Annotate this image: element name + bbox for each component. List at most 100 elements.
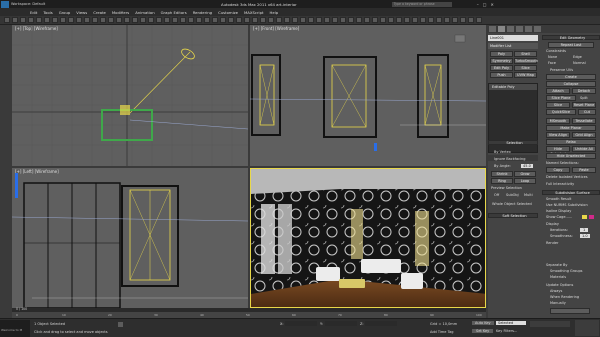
quickslice-button[interactable]: QuickSlice	[546, 109, 576, 115]
maximize-icon[interactable]: □	[483, 2, 487, 7]
toolbar-button[interactable]	[364, 17, 370, 23]
toolbar-button[interactable]	[36, 17, 42, 23]
toolbar-button[interactable]	[420, 17, 426, 23]
toolbar-button[interactable]	[92, 17, 98, 23]
modifier-button-turbosmooth[interactable]: TurboSmooth	[514, 58, 538, 64]
grid-align-button[interactable]: Grid Align	[572, 132, 596, 138]
toolbar-button[interactable]	[12, 17, 18, 23]
x-field[interactable]	[285, 321, 317, 326]
toolbar-button[interactable]	[396, 17, 402, 23]
toolbar-button[interactable]	[124, 17, 130, 23]
preview-off-radio[interactable]: Off	[494, 193, 499, 197]
modifier-button-edit-poly[interactable]: Edit Poly	[490, 65, 513, 71]
viewport-perspective[interactable]: [+] [Perspective] [Realistic]	[250, 168, 486, 308]
full-interactivity-checkbox[interactable]: Full Interactivity	[546, 182, 574, 186]
modify-tab-icon[interactable]	[498, 26, 505, 32]
toolbar-button[interactable]	[212, 17, 218, 23]
toolbar-button[interactable]	[108, 17, 114, 23]
preview-multi-radio[interactable]: Multi	[524, 193, 533, 197]
toolbar-button[interactable]	[388, 17, 394, 23]
toolbar-button[interactable]	[436, 17, 442, 23]
toolbar-button[interactable]	[452, 17, 458, 23]
toolbar-button[interactable]	[172, 17, 178, 23]
msmooth-button[interactable]: MSmooth	[546, 118, 570, 124]
toolbar-button[interactable]	[300, 17, 306, 23]
cut-button[interactable]: Cut	[578, 109, 596, 115]
modifier-button-shell[interactable]: Shell	[514, 51, 537, 57]
toolbar-button[interactable]	[116, 17, 122, 23]
stack-item-editable-poly[interactable]: Editable Poly	[489, 84, 537, 90]
motion-tab-icon[interactable]	[516, 26, 523, 32]
app-logo-icon[interactable]	[1, 0, 9, 8]
show-cage-checkbox[interactable]: Show Cage......	[546, 215, 572, 219]
modifier-button-poly[interactable]: Poly	[490, 51, 513, 57]
toolbar-button[interactable]	[20, 17, 26, 23]
toolbar-button[interactable]	[380, 17, 386, 23]
create-button[interactable]: Create	[546, 74, 596, 80]
unhide-all-button[interactable]: Unhide All	[572, 146, 596, 152]
search-input[interactable]: Type a keyword or phrase	[391, 1, 452, 7]
toolbar-button[interactable]	[476, 17, 482, 23]
shrink-button[interactable]: Shrink	[491, 171, 513, 177]
toolbar-button[interactable]	[276, 17, 282, 23]
make-planar-button[interactable]: Make Planar	[546, 125, 596, 131]
smooth-result-checkbox[interactable]: Smooth Result	[546, 197, 571, 201]
repeat-last-button[interactable]: Repeat Last	[548, 42, 594, 48]
toolbar-button[interactable]	[156, 17, 162, 23]
toolbar-button[interactable]	[4, 17, 10, 23]
toolbar-button[interactable]	[196, 17, 202, 23]
toolbar-button[interactable]	[292, 17, 298, 23]
menu-item-modifiers[interactable]: Modifiers	[112, 10, 129, 15]
toolbar-button[interactable]	[268, 17, 274, 23]
menu-item-create[interactable]: Create	[93, 10, 106, 15]
toolbar-button[interactable]	[468, 17, 474, 23]
viewport-left[interactable]: [+] [Left] [Wireframe]	[12, 168, 248, 308]
reset-plane-button[interactable]: Reset Plane	[572, 102, 596, 108]
toolbar-button[interactable]	[44, 17, 50, 23]
toolbar-button[interactable]	[236, 17, 242, 23]
toolbar-button[interactable]	[444, 17, 450, 23]
toolbar-button[interactable]	[412, 17, 418, 23]
toolbar-button[interactable]	[52, 17, 58, 23]
by-vertex-checkbox[interactable]: By Vertex	[494, 150, 511, 154]
toolbar-button[interactable]	[348, 17, 354, 23]
toolbar-button[interactable]	[132, 17, 138, 23]
maxscript-listener[interactable]: Welcome to M	[0, 320, 30, 337]
grow-button[interactable]: Grow	[514, 171, 536, 177]
modifier-list-dropdown[interactable]: Modifier List	[488, 43, 538, 49]
toolbar-button[interactable]	[428, 17, 434, 23]
preserve-uvs-checkbox[interactable]: Preserve UVs	[550, 68, 573, 72]
delete-isolated-checkbox[interactable]: Delete Isolated Vertices	[546, 175, 588, 179]
viewport-front[interactable]: [+] [Front] [Wireframe]	[250, 25, 486, 166]
by-angle-checkbox[interactable]: By Angle:	[494, 164, 511, 168]
toolbar-button[interactable]	[316, 17, 322, 23]
preview-subobj-radio[interactable]: SubObj	[506, 193, 519, 197]
toolbar-button[interactable]	[68, 17, 74, 23]
ignore-backfacing-checkbox[interactable]: Ignore Backfacing	[494, 157, 525, 161]
toolbar-button[interactable]	[228, 17, 234, 23]
toolbar-button[interactable]	[188, 17, 194, 23]
display-tab-icon[interactable]	[525, 26, 532, 32]
constraint-edge-radio[interactable]: Edge	[573, 55, 582, 59]
close-icon[interactable]: ✕	[490, 2, 493, 7]
toolbar-button[interactable]	[404, 17, 410, 23]
constraint-none-radio[interactable]: None	[548, 55, 557, 59]
y-field[interactable]	[325, 321, 357, 326]
set-key-button[interactable]: Set Key	[472, 329, 494, 333]
toolbar-button[interactable]	[284, 17, 290, 23]
menu-item-tools[interactable]: Tools	[43, 10, 52, 15]
menu-item-views[interactable]: Views	[76, 10, 87, 15]
update-when-rendering-radio[interactable]: When Rendering	[550, 295, 579, 299]
relax-button[interactable]: Relax	[546, 139, 596, 145]
soft-selection-rollout[interactable]: Soft Selection	[488, 213, 538, 218]
toolbar-button[interactable]	[140, 17, 146, 23]
modifier-button-symmetry[interactable]: Symmetry	[490, 58, 513, 64]
toolbar-button[interactable]	[324, 17, 330, 23]
constraint-face-radio[interactable]: Face	[548, 61, 556, 65]
subdivision-surface-rollout[interactable]: Subdivision Surface	[542, 190, 600, 195]
key-filters-button[interactable]: Key Filters...	[496, 329, 517, 333]
object-name-field[interactable]: Line001	[488, 35, 538, 41]
constraint-normal-radio[interactable]: Normal	[573, 61, 586, 65]
loop-button[interactable]: Loop	[514, 178, 536, 184]
toolbar-button[interactable]	[460, 17, 466, 23]
